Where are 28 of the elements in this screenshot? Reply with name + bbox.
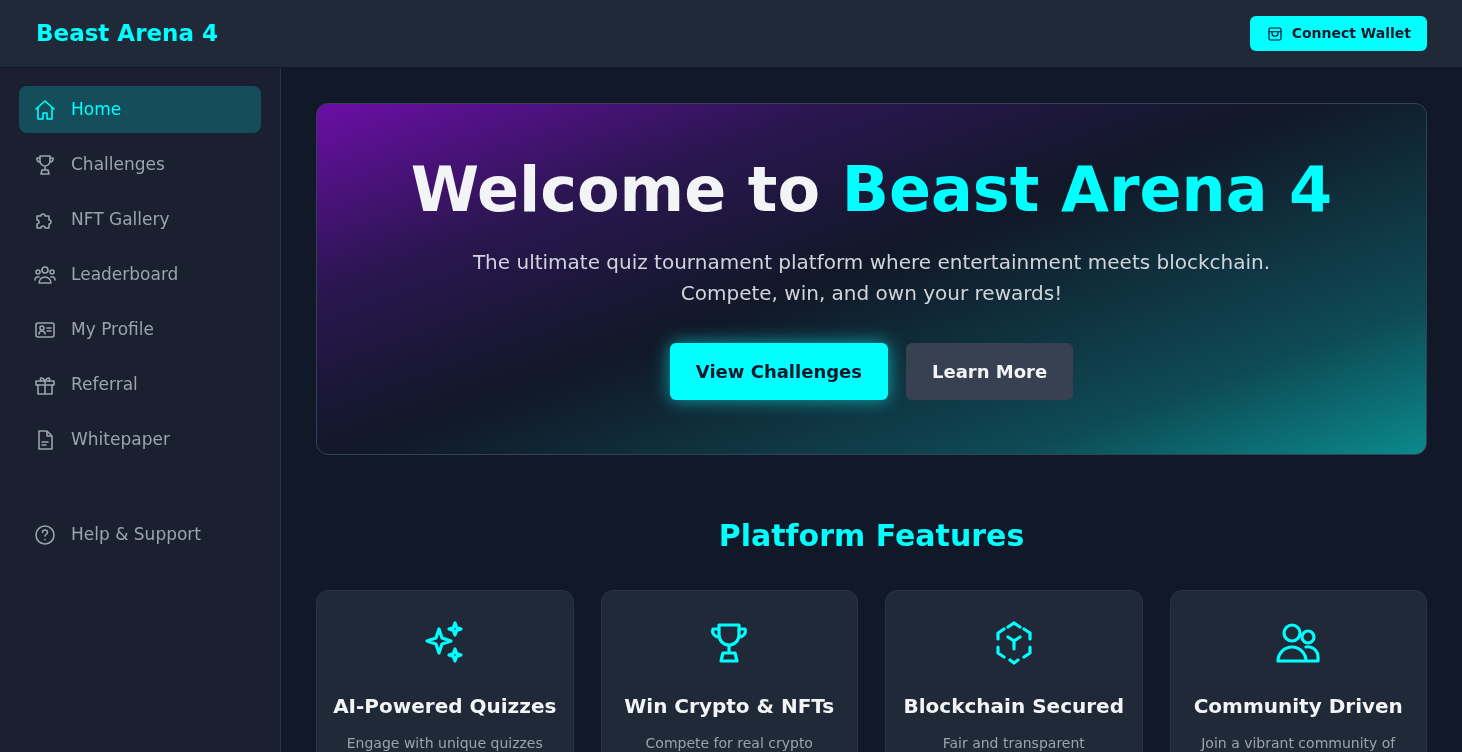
nav-item[interactable]: NFT Gallery [19,196,261,243]
feature-description: Engage with unique quizzes [346,734,543,752]
trophy-icon [33,152,57,177]
brand-title: Beast Arena 4 [36,19,218,49]
feature-title: AI-Powered Quizzes [333,693,557,720]
feature-title: Blockchain Secured [903,693,1124,720]
nav-item[interactable]: Leaderboard [19,251,261,298]
nav-item[interactable]: Home [19,86,261,133]
nav-item[interactable]: Help & Support [19,511,261,558]
feature-description: Compete for real crypto [645,734,813,752]
section-title: Platform Features [717,517,1026,555]
nav-item[interactable]: Challenges [19,141,261,188]
hero-subtitle: The ultimate quiz tournament platform where entertainment meets blockchain. [472,249,1271,276]
hero-subtitle: Compete, win, and own your rewards! [680,280,1063,307]
view-challenges-button[interactable]: View Challenges [669,343,889,400]
wallet-icon [1265,24,1284,43]
learn-more-button[interactable]: Learn More [906,343,1074,400]
feature-title: Community Driven [1193,693,1403,720]
help-icon [33,522,57,547]
feature-description: Join a vibrant community of [1201,734,1396,752]
connect-wallet-button[interactable]: Connect Wallet [1249,16,1427,51]
nav-item[interactable]: Referral [19,361,261,408]
feature-description: Fair and transparent [942,734,1085,752]
home-icon [33,97,57,122]
nav-item[interactable]: Whitepaper [19,416,261,463]
nav-item[interactable]: My Profile [19,306,261,353]
feature-title: Win Crypto & NFTs [624,693,835,720]
hero-title: Welcome to Beast Arena 4 [410,159,1333,221]
